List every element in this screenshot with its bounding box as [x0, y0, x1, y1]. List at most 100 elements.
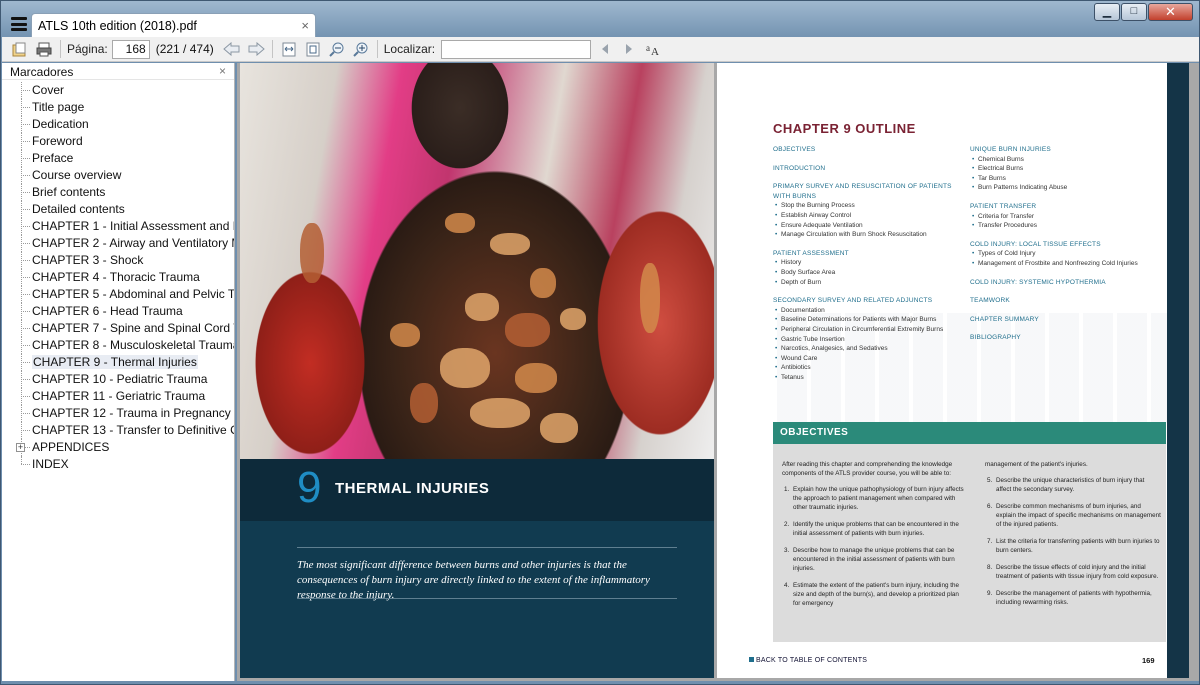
chapter-quote: The most significant difference between …	[297, 559, 650, 601]
minimize-icon: ▁	[1102, 6, 1112, 18]
bookmark-label: CHAPTER 12 - Trauma in Pregnancy and	[32, 406, 235, 420]
outline-subsection[interactable]: Stop the Burning Process	[773, 201, 963, 211]
search-input[interactable]	[441, 39, 592, 59]
outline-section[interactable]: BIBLIOGRAPHY	[970, 333, 1167, 343]
bookmark-item[interactable]: Brief contents	[2, 184, 234, 201]
outline-subsection[interactable]: Chemical Burns	[970, 155, 1167, 165]
bookmark-item[interactable]: CHAPTER 9 - Thermal Injuries	[2, 354, 234, 371]
outline-section[interactable]: PATIENT ASSESSMENT	[773, 249, 963, 259]
bookmark-label: CHAPTER 13 - Transfer to Definitive Car	[32, 423, 235, 437]
document-view[interactable]: 9 THERMAL INJURIES The most significant …	[237, 63, 1199, 681]
outline-subsection[interactable]: Management of Frostbite and Nonfreezing …	[970, 259, 1167, 269]
bookmark-item[interactable]: CHAPTER 8 - Musculoskeletal Trauma	[2, 337, 234, 354]
bookmark-item[interactable]: CHAPTER 6 - Head Trauma	[2, 303, 234, 320]
fit-width-icon[interactable]	[279, 40, 299, 58]
outline-section[interactable]: INTRODUCTION	[773, 164, 963, 174]
outline-subsection[interactable]: Documentation	[773, 306, 963, 316]
zoom-out-icon[interactable]	[327, 40, 347, 58]
window-controls: ▁ □ ✕	[1094, 3, 1193, 21]
outline-subsection[interactable]: Gastric Tube Insertion	[773, 335, 963, 345]
bookmark-item[interactable]: CHAPTER 1 - Initial Assessment and Ma	[2, 218, 235, 235]
outline-section[interactable]: SECONDARY SURVEY AND RELATED ADJUNCTS	[773, 296, 963, 306]
bookmark-item[interactable]: CHAPTER 12 - Trauma in Pregnancy and	[2, 405, 235, 422]
bookmark-item[interactable]: CHAPTER 3 - Shock	[2, 252, 234, 269]
toolbar-separator	[271, 40, 273, 58]
outline-subsection[interactable]: Antibiotics	[773, 363, 963, 373]
outline-section[interactable]: UNIQUE BURN INJURIES	[970, 145, 1167, 155]
objective-item: 6. Describe common mechanisms of burn inj…	[985, 502, 1161, 529]
expand-icon[interactable]: +	[16, 443, 25, 452]
find-next-icon[interactable]	[619, 40, 639, 58]
document-tab[interactable]: ATLS 10th edition (2018).pdf ×	[31, 13, 316, 37]
bookmarks-close-icon[interactable]: ×	[219, 64, 226, 78]
bookmark-item[interactable]: Detailed contents	[2, 201, 234, 218]
print-icon[interactable]	[34, 40, 54, 58]
open-folder-icon[interactable]	[10, 40, 30, 58]
outline-subsection[interactable]: Manage Circulation with Burn Shock Resus…	[773, 230, 963, 240]
fit-page-icon[interactable]	[303, 40, 323, 58]
bookmark-item[interactable]: CHAPTER 7 - Spine and Spinal Cord Trau	[2, 320, 234, 337]
outline-subsection[interactable]: Depth of Burn	[773, 278, 963, 288]
outline-subsection[interactable]: Electrical Burns	[970, 164, 1167, 174]
outline-subsection[interactable]: Narcotics, Analgesics, and Sedatives	[773, 344, 963, 354]
outline-subsection[interactable]: Establish Airway Control	[773, 211, 963, 221]
match-case-icon[interactable]: aA	[643, 40, 663, 58]
back-arrow-icon[interactable]	[222, 40, 242, 58]
bookmark-item[interactable]: Dedication	[2, 116, 234, 133]
objective-number: 6.	[987, 503, 993, 510]
page-number-input[interactable]: 168	[111, 39, 150, 59]
outline-subsection[interactable]: Tar Burns	[970, 174, 1167, 184]
bookmark-label: CHAPTER 1 - Initial Assessment and Ma	[32, 219, 235, 233]
objective-item: 8. Describe the tissue effects of cold in…	[985, 563, 1161, 581]
outline-subsection[interactable]: Criteria for Transfer	[970, 212, 1167, 222]
toolbar-separator	[60, 40, 61, 58]
bookmark-item[interactable]: Title page	[2, 99, 234, 116]
find-prev-icon[interactable]	[595, 40, 615, 58]
svg-text:a: a	[646, 43, 650, 53]
outline-subsection[interactable]: Ensure Adequate Ventilation	[773, 221, 963, 231]
minimize-button[interactable]: ▁	[1094, 3, 1120, 21]
outline-subsection[interactable]: Baseline Determinations for Patients wit…	[773, 315, 963, 325]
outline-subsection[interactable]: Transfer Procedures	[970, 221, 1167, 231]
menu-icon[interactable]	[11, 17, 27, 31]
bookmark-item[interactable]: CHAPTER 13 - Transfer to Definitive Car	[2, 422, 235, 439]
back-to-toc-link[interactable]: BACK TO TABLE OF CONTENTS	[749, 657, 867, 664]
outline-section[interactable]: CHAPTER SUMMARY	[970, 315, 1167, 325]
bookmark-item[interactable]: CHAPTER 4 - Thoracic Trauma	[2, 269, 234, 286]
outline-section[interactable]: PATIENT TRANSFER	[970, 202, 1167, 212]
outline-subsection[interactable]: History	[773, 258, 963, 268]
bookmark-item[interactable]: Foreword	[2, 133, 234, 150]
outline-subsection[interactable]: Burn Patterns Indicating Abuse	[970, 183, 1167, 193]
bookmark-item[interactable]: Course overview	[2, 167, 234, 184]
outline-section[interactable]: COLD INJURY: LOCAL TISSUE EFFECTS	[970, 240, 1167, 250]
objective-number: 7.	[987, 538, 993, 545]
outline-subsection[interactable]: Body Surface Area	[773, 268, 963, 278]
outline-subsection[interactable]: Wound Care	[773, 354, 963, 364]
outline-section[interactable]: TEAMWORK	[970, 296, 1167, 306]
bookmark-item[interactable]: CHAPTER 5 - Abdominal and Pelvic Trau	[2, 286, 234, 303]
bookmark-label: CHAPTER 6 - Head Trauma	[32, 304, 183, 318]
zoom-in-icon[interactable]	[351, 40, 371, 58]
outline-section[interactable]: PRIMARY SURVEY AND RESUSCITATION OF PATI…	[773, 182, 963, 201]
maximize-button[interactable]: □	[1121, 3, 1147, 21]
tab-close-icon[interactable]: ×	[301, 18, 309, 33]
objective-text: Explain how the unique pathophysiology o…	[793, 486, 964, 511]
bookmark-label: Detailed contents	[32, 202, 125, 216]
bookmark-item[interactable]: CHAPTER 10 - Pediatric Trauma	[2, 371, 234, 388]
outline-subsection[interactable]: Tetanus	[773, 373, 963, 383]
outline-subsection[interactable]: Types of Cold Injury	[970, 249, 1167, 259]
bookmark-item[interactable]: CHAPTER 11 - Geriatric Trauma	[2, 388, 234, 405]
page-number: 169	[1142, 656, 1155, 665]
outline-section[interactable]: OBJECTIVES	[773, 145, 963, 155]
outline-section[interactable]: COLD INJURY: SYSTEMIC HYPOTHERMIA	[970, 278, 1167, 288]
forward-arrow-icon[interactable]	[246, 40, 266, 58]
bookmark-item[interactable]: CHAPTER 2 - Airway and Ventilatory Ma	[2, 235, 234, 252]
bookmark-item[interactable]: Preface	[2, 150, 234, 167]
bookmark-item[interactable]: INDEX	[2, 456, 234, 473]
bookmark-item[interactable]: + APPENDICES	[2, 439, 234, 456]
outline-column-1: OBJECTIVES INTRODUCTION PRIMARY SURVEY AND…	[773, 145, 963, 382]
close-button[interactable]: ✕	[1148, 3, 1193, 21]
bookmark-item[interactable]: Cover	[2, 82, 234, 99]
outline-subsection[interactable]: Peripheral Circulation in Circumferentia…	[773, 325, 963, 335]
objectives-box: OBJECTIVES After reading this chapter an…	[773, 422, 1166, 642]
